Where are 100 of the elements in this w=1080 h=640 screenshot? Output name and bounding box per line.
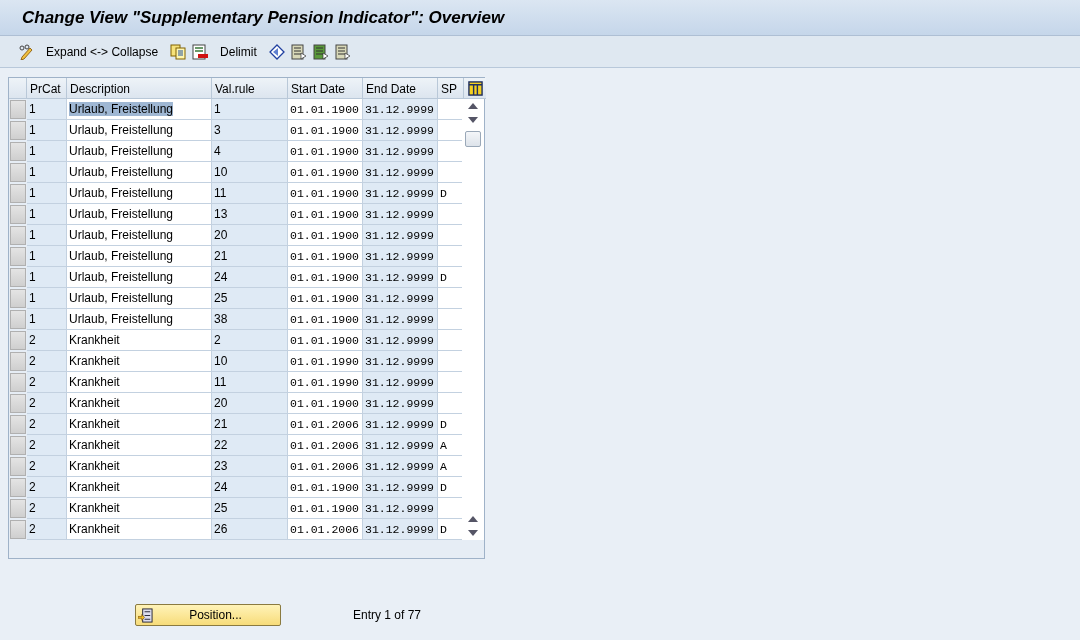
position-button[interactable]: Position... [135, 604, 281, 626]
column-header[interactable]: Val.rule [212, 78, 288, 99]
table-cell: 26 [212, 519, 288, 540]
table-cell: 31.12.9999 [363, 99, 438, 120]
toolbar-button[interactable]: Delimit [214, 44, 263, 59]
table-cell: Krankheit [67, 456, 212, 477]
table-cell: 31.12.9999 [363, 477, 438, 498]
table-cell: 1 [27, 141, 67, 162]
table-cell: 01.01.1900 [288, 246, 363, 267]
table-cell: 20 [212, 393, 288, 414]
table-cell: D [438, 183, 464, 204]
table-cell: 23 [212, 456, 288, 477]
column-header[interactable]: SP [438, 78, 464, 99]
table-cell: 31.12.9999 [363, 498, 438, 519]
table-cell: 1 [27, 204, 67, 225]
table-cell: 2 [27, 477, 67, 498]
table-cell: 22 [212, 435, 288, 456]
table-cell: Krankheit [67, 414, 212, 435]
table-cell: Urlaub, Freistellung [67, 120, 212, 141]
table-cell: Urlaub, Freistellung [67, 246, 212, 267]
table-cell: 31.12.9999 [363, 309, 438, 330]
table-cell: 31.12.9999 [363, 519, 438, 540]
table-cell: 31.12.9999 [363, 288, 438, 309]
column-header[interactable]: End Date [363, 78, 438, 99]
table-cell: Krankheit [67, 519, 212, 540]
table-cell: 01.01.1900 [288, 204, 363, 225]
table-cell: Krankheit [67, 351, 212, 372]
table-cell: 1 [27, 225, 67, 246]
column-header[interactable]: PrCat [27, 78, 67, 99]
table-cell: 31.12.9999 [363, 414, 438, 435]
column-header[interactable]: Description [67, 78, 212, 99]
table-cell: 4 [212, 141, 288, 162]
table-cell: 01.01.1990 [288, 351, 363, 372]
table-cell: 01.01.1990 [288, 372, 363, 393]
table-cell: Urlaub, Freistellung [67, 309, 212, 330]
table-cell: Urlaub, Freistellung [67, 99, 212, 120]
table-cell: 2 [27, 456, 67, 477]
table-cell: 01.01.1900 [288, 99, 363, 120]
table-cell: 01.01.1900 [288, 225, 363, 246]
table-cell: 3 [212, 120, 288, 141]
table-cell: Urlaub, Freistellung [67, 225, 212, 246]
table-cell: 01.01.1900 [288, 267, 363, 288]
table-cell: 2 [212, 330, 288, 351]
table-cell: 31.12.9999 [363, 330, 438, 351]
table-cell: Urlaub, Freistellung [67, 141, 212, 162]
table-cell: 01.01.1900 [288, 477, 363, 498]
table-cell: A [438, 435, 464, 456]
table-cell: 2 [27, 519, 67, 540]
table-cell: 31.12.9999 [363, 435, 438, 456]
table-cell: D [438, 414, 464, 435]
table-cell: 31.12.9999 [363, 267, 438, 288]
table-cell: 10 [212, 351, 288, 372]
table-cell: 1 [27, 162, 67, 183]
table-cell: 1 [27, 246, 67, 267]
table-cell: Krankheit [67, 372, 212, 393]
table-cell: 24 [212, 267, 288, 288]
window-title: Change View "Supplementary Pension Indicator": Overview [22, 7, 505, 28]
table-cell: 01.01.1900 [288, 183, 363, 204]
table-cell: 01.01.1900 [288, 162, 363, 183]
column-header[interactable]: Start Date [288, 78, 363, 99]
table-cell: Urlaub, Freistellung [67, 204, 212, 225]
table-cell: D [438, 477, 464, 498]
table-cell: 01.01.2006 [288, 435, 363, 456]
table-cell: 21 [212, 246, 288, 267]
table-cell: Urlaub, Freistellung [67, 162, 212, 183]
table-cell: 2 [27, 498, 67, 519]
table-cell: 01.01.1900 [288, 498, 363, 519]
table-cell: 2 [27, 330, 67, 351]
table-cell: 2 [27, 393, 67, 414]
table-cell: 1 [212, 99, 288, 120]
table-cell: 20 [212, 225, 288, 246]
table-cell: Krankheit [67, 498, 212, 519]
table-cell: A [438, 456, 464, 477]
table-cell: 01.01.1900 [288, 141, 363, 162]
table-cell: 01.01.2006 [288, 519, 363, 540]
toolbar-button[interactable]: Expand <-> Collapse [40, 44, 165, 59]
table-cell: 1 [27, 120, 67, 141]
table-cell: 31.12.9999 [363, 372, 438, 393]
table-cell: 31.12.9999 [363, 141, 438, 162]
table-cell: 38 [212, 309, 288, 330]
table-cell: Krankheit [67, 330, 212, 351]
table-cell: 25 [212, 498, 288, 519]
table-cell: 10 [212, 162, 288, 183]
table-cell: 31.12.9999 [363, 183, 438, 204]
table-cell: Krankheit [67, 477, 212, 498]
table-cell: 01.01.1900 [288, 330, 363, 351]
table-cell: 31.12.9999 [363, 204, 438, 225]
entry-count: Entry 1 of 77 [353, 608, 422, 622]
table-cell: 1 [27, 309, 67, 330]
table-cell: Urlaub, Freistellung [67, 267, 212, 288]
table-cell: 31.12.9999 [363, 393, 438, 414]
table-cell: 01.01.2006 [288, 414, 363, 435]
table-cell: 11 [212, 372, 288, 393]
table-cell: 1 [27, 288, 67, 309]
table-cell: 31.12.9999 [363, 246, 438, 267]
table-cell: 01.01.1900 [288, 288, 363, 309]
table-cell: Urlaub, Freistellung [67, 288, 212, 309]
table-cell: Krankheit [67, 393, 212, 414]
table-cell: Urlaub, Freistellung [67, 183, 212, 204]
table-cell: 21 [212, 414, 288, 435]
